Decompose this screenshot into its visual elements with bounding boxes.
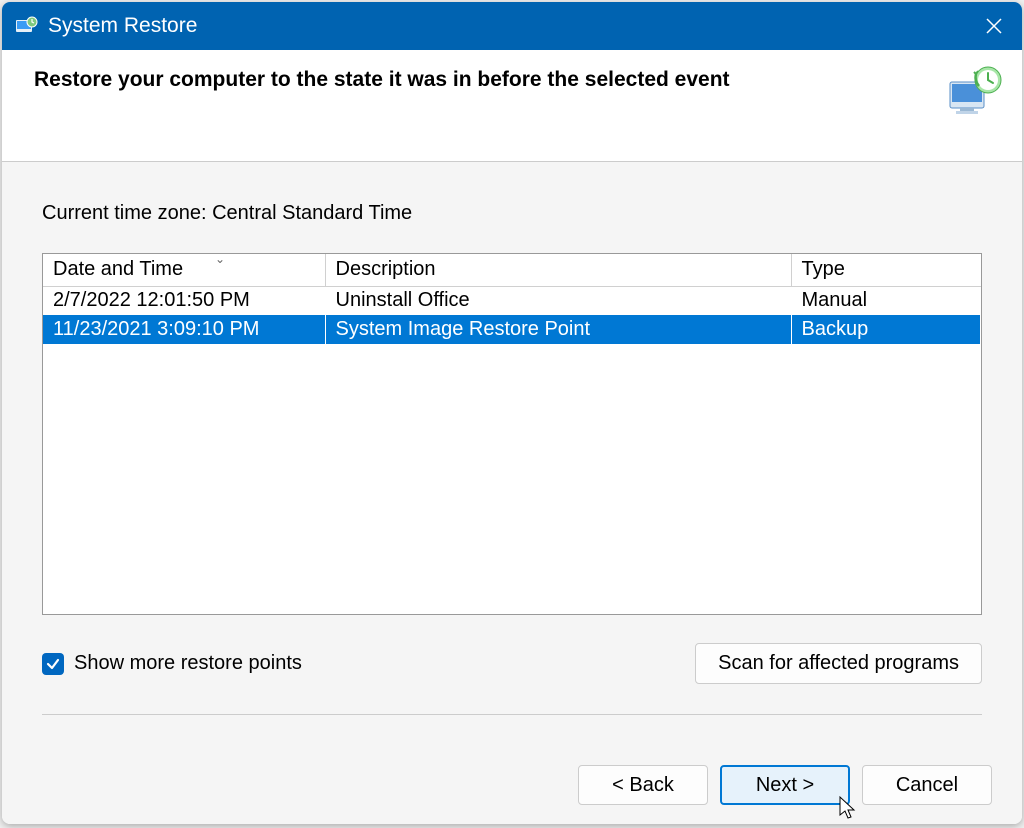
table-cell: 11/23/2021 3:09:10 PM (43, 315, 325, 344)
header-section: Restore your computer to the state it wa… (2, 50, 1022, 162)
next-button-label: Next > (756, 774, 814, 796)
table-row[interactable]: 2/7/2022 12:01:50 PMUninstall OfficeManu… (43, 286, 981, 315)
back-button[interactable]: < Back (578, 765, 708, 805)
show-more-checkbox[interactable]: Show more restore points (42, 652, 302, 675)
cursor-icon (838, 795, 858, 821)
table-cell: System Image Restore Point (325, 315, 791, 344)
cancel-button[interactable]: Cancel (862, 765, 992, 805)
column-header-date[interactable]: Date and Time ⌄ (43, 254, 325, 286)
checkbox-box (42, 653, 64, 675)
table-header-row: Date and Time ⌄ Description Type (43, 254, 981, 286)
table-cell: Backup (791, 315, 981, 344)
column-header-date-label: Date and Time (53, 258, 183, 280)
footer: < Back Next > Cancel (2, 746, 1022, 824)
timezone-label: Current time zone: Central Standard Time (42, 202, 982, 225)
table-cell: 2/7/2022 12:01:50 PM (43, 286, 325, 315)
system-restore-icon (14, 14, 38, 38)
show-more-label: Show more restore points (74, 652, 302, 675)
checkmark-icon (46, 657, 60, 671)
table-cell: Manual (791, 286, 981, 315)
table-cell: Uninstall Office (325, 286, 791, 315)
close-icon (986, 18, 1002, 34)
restore-points-table: Date and Time ⌄ Description Type 2/7/202… (42, 253, 982, 615)
sort-indicator-icon: ⌄ (215, 253, 225, 266)
window-title: System Restore (48, 14, 966, 38)
options-row: Show more restore points Scan for affect… (42, 643, 982, 684)
page-heading: Restore your computer to the state it wa… (34, 68, 874, 92)
titlebar: System Restore (2, 2, 1022, 50)
body-section: Current time zone: Central Standard Time… (2, 162, 1022, 746)
system-restore-window: System Restore Restore your computer to … (2, 2, 1022, 824)
column-header-description[interactable]: Description (325, 254, 791, 286)
close-button[interactable] (966, 2, 1022, 50)
separator (42, 714, 982, 715)
next-button[interactable]: Next > (720, 765, 850, 805)
table-row[interactable]: 11/23/2021 3:09:10 PMSystem Image Restor… (43, 315, 981, 344)
scan-affected-programs-button[interactable]: Scan for affected programs (695, 643, 982, 684)
column-header-type[interactable]: Type (791, 254, 981, 286)
restore-header-icon (946, 64, 1002, 120)
